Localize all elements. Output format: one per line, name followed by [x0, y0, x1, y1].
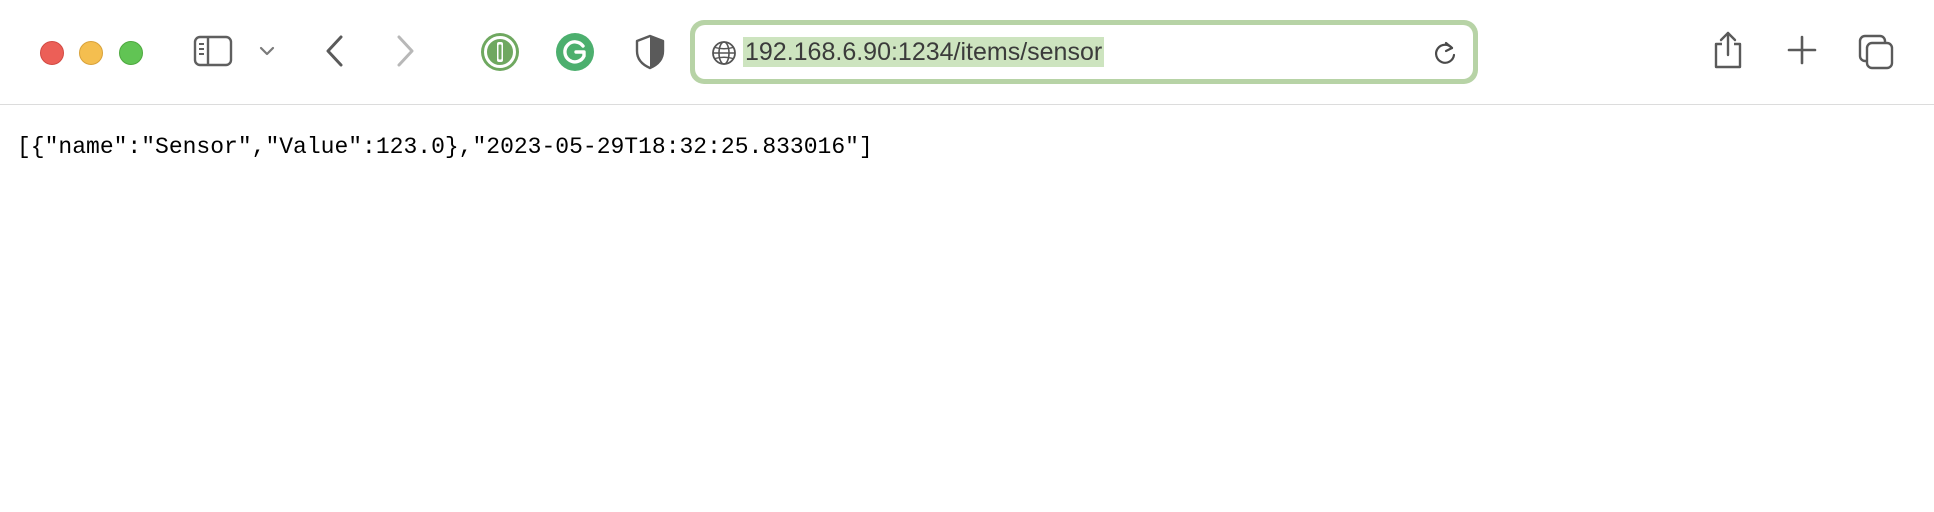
- share-button[interactable]: [1710, 28, 1746, 72]
- grammarly-icon: [556, 33, 594, 71]
- address-field[interactable]: 192.168.6.90:1234/items/sensor: [695, 25, 1473, 79]
- minimize-window-button[interactable]: [79, 41, 103, 65]
- new-tab-button[interactable]: [1784, 32, 1820, 68]
- shield-icon: [635, 34, 665, 70]
- onepassword-extension-button[interactable]: [480, 32, 520, 72]
- zoom-window-button[interactable]: [119, 41, 143, 65]
- tab-overview-button[interactable]: [1856, 32, 1896, 72]
- back-icon: [326, 35, 343, 67]
- grammarly-extension-button[interactable]: [555, 32, 595, 72]
- browser-window: 192.168.6.90:1234/items/sensor [{"name":…: [0, 0, 1934, 512]
- sidebar-icon: [193, 35, 233, 67]
- tab-group-menu-button[interactable]: [256, 40, 278, 62]
- reload-icon[interactable]: [1431, 39, 1459, 67]
- chevron-down-icon: [259, 46, 275, 56]
- sidebar-toggle-button[interactable]: [192, 32, 234, 70]
- tabs-overview-icon: [1858, 34, 1894, 70]
- privacy-report-button[interactable]: [630, 32, 670, 72]
- address-bar[interactable]: 192.168.6.90:1234/items/sensor: [690, 20, 1478, 84]
- plus-icon: [1787, 35, 1817, 65]
- globe-icon: [712, 41, 736, 65]
- url-text[interactable]: 192.168.6.90:1234/items/sensor: [743, 37, 1105, 67]
- json-response-text: [{"name":"Sensor","Value":123.0},"2023-0…: [17, 134, 873, 160]
- forward-button[interactable]: [388, 32, 422, 70]
- forward-icon: [397, 35, 414, 67]
- share-icon: [1714, 31, 1742, 69]
- onepassword-icon: [481, 33, 519, 71]
- back-button[interactable]: [318, 32, 352, 70]
- close-window-button[interactable]: [40, 41, 64, 65]
- page-content: [{"name":"Sensor","Value":123.0},"2023-0…: [0, 105, 1934, 512]
- browser-toolbar: 192.168.6.90:1234/items/sensor: [0, 0, 1934, 105]
